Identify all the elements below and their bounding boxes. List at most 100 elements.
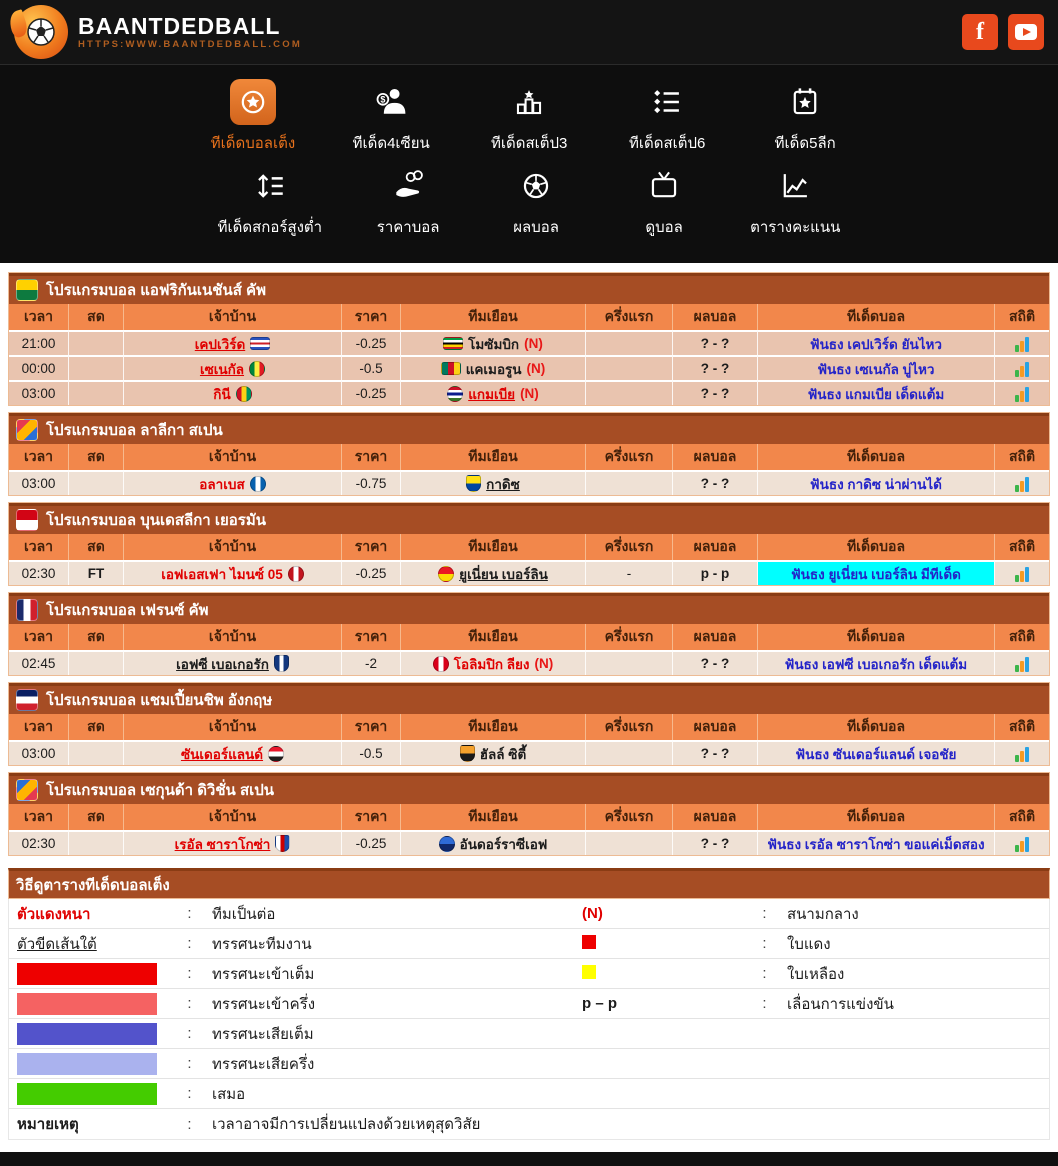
stats-bars-icon[interactable] — [1015, 836, 1029, 852]
stats-bars-icon[interactable] — [1015, 746, 1029, 762]
column-header: ราคา — [342, 534, 401, 560]
nav-item-step6[interactable]: ทีเด็ดสเต็ป6 — [625, 79, 709, 155]
home-team-name[interactable]: เซเนกัล — [200, 358, 244, 380]
tip-link[interactable]: ฟันธง ยูเนี่ยน เบอร์ลิน มีทีเด็ด — [758, 562, 994, 585]
home-team-name[interactable]: อลาเบส — [199, 473, 244, 495]
away-team-name[interactable]: ยูเนี่ยน เบอร์ลิน — [459, 563, 548, 585]
nav-item-5-leagues[interactable]: ทีเด็ด5ลีก — [763, 79, 847, 155]
column-header: เวลา — [9, 304, 69, 330]
live-status — [69, 470, 124, 495]
facebook-icon[interactable]: f — [962, 14, 998, 50]
match-row: 03:00กินี-0.25แกมเบีย(N)? - ?ฟันธง แกมเบ… — [9, 380, 1049, 405]
brand[interactable]: BAANTDEDBALL HTTPS:WWW.BAANTDEDBALL.COM — [14, 5, 302, 59]
stats-cell — [995, 560, 1049, 585]
tip-cell: ฟันธง เรอัล ซาราโกซ่า ขอแค่เม็ดสอง — [758, 830, 995, 855]
nav-item-standings[interactable]: ตารางคะแนน — [750, 163, 840, 239]
home-team-name[interactable]: เอฟเอสเฟา ไมนซ์ 05 — [161, 563, 283, 585]
column-header: สถิติ — [995, 714, 1049, 740]
live-status: FT — [69, 560, 124, 585]
nav-item-odds[interactable]: ราคาบอล — [366, 163, 450, 239]
nav-item-single-tips[interactable]: ทีเด็ดบอลเต็ง — [211, 79, 295, 155]
home-team-name[interactable]: เอฟซี เบอเกอรัก — [176, 653, 269, 675]
youtube-icon[interactable] — [1008, 14, 1044, 50]
stats-bars-icon[interactable] — [1015, 336, 1029, 352]
league-title: โปรแกรมบอล แอฟริกันเนชันส์ คัพ — [46, 278, 266, 302]
column-header: เวลา — [9, 714, 69, 740]
live-status — [69, 380, 124, 405]
legend-term: หมายเหตุ — [17, 1112, 167, 1136]
column-header: เจ้าบ้าน — [124, 534, 342, 560]
away-team-name[interactable]: โอลิมปิก ลียง — [454, 653, 530, 675]
match-row: 03:00ซันเดอร์แลนด์-0.5ฮัลล์ ซิตี้? - ?ฟั… — [9, 740, 1049, 765]
home-team-name[interactable]: เรอัล ซาราโกซ่า — [175, 833, 271, 855]
home-team-name[interactable]: เคปเวิร์ด — [195, 333, 245, 355]
legend-description: ทรรศนะเสียเต็ม — [212, 1022, 582, 1046]
away-team-name[interactable]: แคเมอรูน — [466, 358, 522, 380]
stats-bars-icon[interactable] — [1015, 656, 1029, 672]
legend-rows: ตัวแดงหนา:ทีมเป็นต่อ(N):สนามกลางตัวขีดเส… — [8, 899, 1050, 1140]
match-time: 02:30 — [9, 830, 69, 855]
nav-item-4-experts[interactable]: $ ทีเด็ด4เซียน — [349, 79, 433, 155]
legend-term: ตัวขีดเส้นใต้ — [17, 932, 167, 956]
tip-link[interactable]: ฟันธง เรอัล ซาราโกซ่า ขอแค่เม็ดสอง — [758, 832, 994, 855]
legend-card-swatch — [582, 965, 596, 979]
neutral-venue-flag: (N) — [524, 336, 543, 351]
tip-link[interactable]: ฟันธง เอฟซี เบอเกอรัก เด็ดแต้ม — [758, 652, 994, 675]
stats-bars-icon[interactable] — [1015, 566, 1029, 582]
away-team-name[interactable]: กาดิซ — [486, 473, 520, 495]
tip-link[interactable]: ฟันธง เคปเวิร์ด ยันไหว — [758, 332, 994, 355]
away-team-crest-icon — [460, 745, 475, 762]
legend-title: วิธีดูตารางทีเด็ดบอลเต็ง — [16, 873, 170, 897]
nav-label: ทีเด็ดสเต็ป3 — [491, 131, 567, 155]
away-team-name[interactable]: ฮัลล์ ซิตี้ — [480, 743, 526, 765]
column-header: ทีมเยือน — [401, 714, 586, 740]
home-team-crest-icon — [268, 746, 284, 762]
tip-cell: ฟันธง แกมเบีย เด็ดแต้ม — [758, 380, 995, 405]
full-time-score: ? - ? — [673, 470, 758, 495]
legend-colon: : — [167, 905, 212, 922]
nav-item-results[interactable]: ผลบอล — [494, 163, 578, 239]
match-time: 21:00 — [9, 330, 69, 355]
column-header: สถิติ — [995, 304, 1049, 330]
nav-item-watch[interactable]: ดูบอล — [622, 163, 706, 239]
column-header: ทีมเยือน — [401, 804, 586, 830]
match-row: 03:00อลาเบส-0.75กาดิซ? - ?ฟันธง กาดิซ น่… — [9, 470, 1049, 495]
away-team-crest-icon — [441, 362, 461, 375]
tip-link[interactable]: ฟันธง กาดิซ น่าผ่านได้ — [758, 472, 994, 495]
tip-link[interactable]: ฟันธง แกมเบีย เด็ดแต้ม — [758, 382, 994, 405]
column-header: สด — [69, 304, 124, 330]
nav-item-over-under[interactable]: ทีเด็ดสกอร์สูงต่ำ — [218, 163, 322, 239]
brand-title: BAANTDEDBALL — [78, 14, 302, 38]
nav-label: ทีเด็ด5ลีก — [775, 131, 836, 155]
away-team-name[interactable]: แกมเบีย — [468, 383, 515, 405]
home-team-name[interactable]: กินี — [213, 383, 230, 405]
match-time: 03:00 — [9, 740, 69, 765]
site-logo-icon — [14, 5, 68, 59]
league-section: โปรแกรมบอล เฟรนซ์ คัพเวลาสดเจ้าบ้านราคาท… — [8, 592, 1050, 676]
first-half-score: - — [586, 560, 673, 585]
stats-bars-icon[interactable] — [1015, 361, 1029, 377]
column-header: ทีเด็ดบอล — [758, 804, 995, 830]
home-team-name[interactable]: ซันเดอร์แลนด์ — [181, 743, 263, 765]
match-row: 02:30FTเอฟเอสเฟา ไมนซ์ 05-0.25ยูเนี่ยน เ… — [9, 560, 1049, 585]
league-header: โปรแกรมบอล เซกุนด้า ดิวิชั่น สเปน — [9, 773, 1049, 804]
full-time-score: ? - ? — [673, 380, 758, 405]
legend-description: เวลาอาจมีการเปลี่ยนแปลงด้วยเหตุสุดวิสัย — [212, 1112, 582, 1136]
nav-row-2: ทีเด็ดสกอร์สูงต่ำ ราคาบอล ผลบอล ดูบอล — [0, 163, 1058, 239]
stats-bars-icon[interactable] — [1015, 386, 1029, 402]
legend-term — [17, 1083, 167, 1105]
tip-link[interactable]: ฟันธง ซันเดอร์แลนด์ เจอชัย — [758, 742, 994, 765]
away-team-name[interactable]: โมซัมบิก — [468, 333, 519, 355]
tip-link[interactable]: ฟันธง เซเนกัล บู่ไหว — [758, 357, 994, 380]
stats-bars-icon[interactable] — [1015, 476, 1029, 492]
legend-row: หมายเหตุ:เวลาอาจมีการเปลี่ยนแปลงด้วยเหตุ… — [9, 1109, 1049, 1139]
column-header: ราคา — [342, 624, 401, 650]
legend-term — [17, 1023, 167, 1045]
neutral-venue-flag: (N) — [520, 386, 539, 401]
match-row: 00:00เซเนกัล-0.5แคเมอรูน(N)? - ?ฟันธง เซ… — [9, 355, 1049, 380]
away-team-name[interactable]: อันดอร์ราซีเอฟ — [460, 833, 548, 855]
nav-item-step3[interactable]: ทีเด็ดสเต็ป3 — [487, 79, 571, 155]
match-row: 02:30เรอัล ซาราโกซ่า-0.25อันดอร์ราซีเอฟ?… — [9, 830, 1049, 855]
first-half-score — [586, 470, 673, 495]
away-team-crest-icon — [438, 566, 454, 582]
